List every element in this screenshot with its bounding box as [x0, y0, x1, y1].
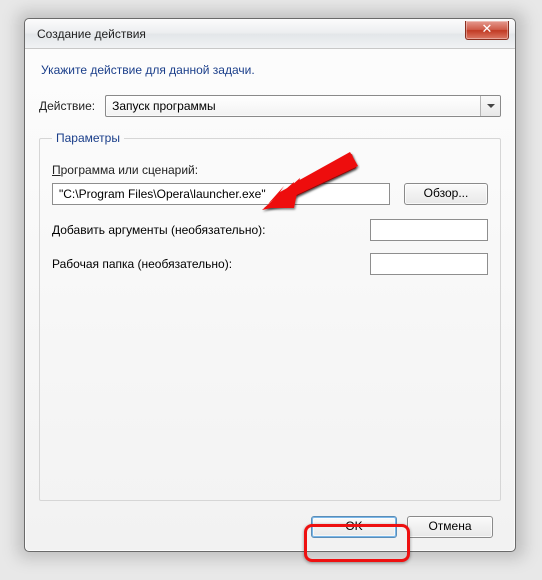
- close-button[interactable]: ✕: [465, 21, 509, 40]
- window-title: Создание действия: [37, 27, 146, 41]
- program-row: Обзор...: [52, 183, 488, 205]
- action-select[interactable]: Запуск программы: [105, 95, 501, 117]
- action-row: Действие: Запуск программы: [39, 95, 501, 117]
- action-select-wrap: Запуск программы: [105, 95, 501, 117]
- browse-button[interactable]: Обзор...: [404, 183, 488, 205]
- arguments-label: Добавить аргументы (необязательно):: [52, 223, 360, 237]
- workdir-row: Рабочая папка (необязательно):: [52, 253, 488, 275]
- titlebar[interactable]: Создание действия ✕: [25, 19, 515, 49]
- arguments-input[interactable]: [370, 219, 488, 241]
- dialog-footer: OK Отмена: [25, 503, 515, 551]
- parameters-legend: Параметры: [52, 131, 124, 145]
- cancel-button[interactable]: Отмена: [407, 516, 493, 538]
- close-icon: ✕: [482, 21, 493, 36]
- client-area: Укажите действие для данной задачи. Дейс…: [25, 49, 515, 515]
- action-select-value: Запуск программы: [112, 99, 216, 113]
- ok-button[interactable]: OK: [311, 516, 397, 538]
- instruction-text: Укажите действие для данной задачи.: [41, 63, 501, 77]
- parameters-fieldset: Параметры Программа или сценарий: Обзор.…: [39, 131, 501, 501]
- action-label: Действие:: [39, 99, 95, 113]
- workdir-input[interactable]: [370, 253, 488, 275]
- chevron-down-icon[interactable]: [480, 96, 500, 116]
- program-label: Программа или сценарий:: [52, 163, 488, 177]
- program-input[interactable]: [52, 183, 390, 205]
- workdir-label: Рабочая папка (необязательно):: [52, 257, 360, 271]
- arguments-row: Добавить аргументы (необязательно):: [52, 219, 488, 241]
- dialog-window: Создание действия ✕ Укажите действие для…: [24, 18, 516, 552]
